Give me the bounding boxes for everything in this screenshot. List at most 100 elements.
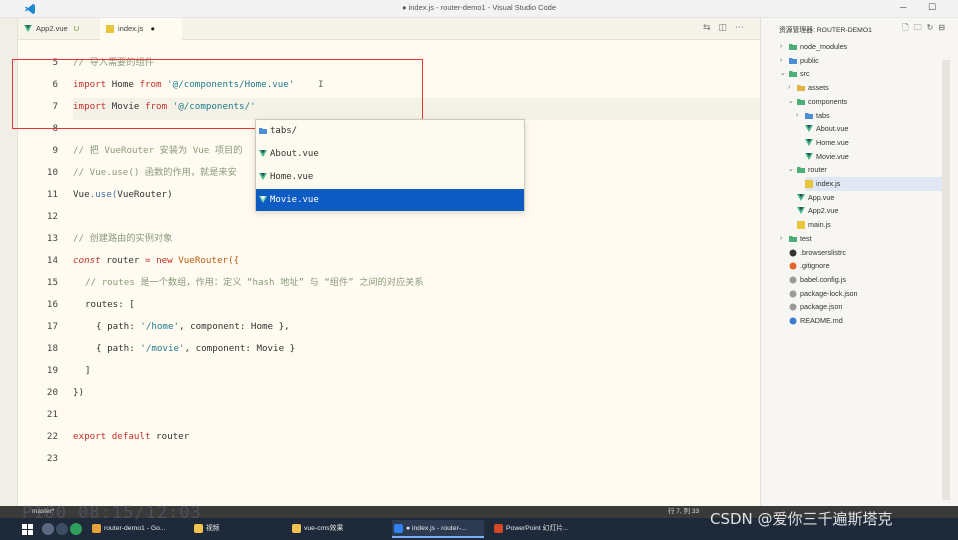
suggestion-label: Movie.vue — [270, 195, 319, 205]
code-text: { path: '/home', component: Home }, — [96, 321, 290, 332]
file-icon — [789, 290, 797, 298]
explorer-item-label: assets — [808, 83, 829, 93]
refresh-icon[interactable]: ↻ — [927, 23, 939, 32]
explorer-item-label: About.vue — [816, 124, 849, 134]
editor-actions: ⇆◫⋯ — [703, 22, 752, 33]
code-text: // 把 VueRouter 安装为 Vue 项目的 — [73, 145, 243, 156]
split-editor-icon[interactable]: ◫ — [718, 22, 735, 32]
tab-index-js[interactable]: index.js ● — [100, 18, 182, 40]
more-icon[interactable]: ⋯ — [735, 22, 752, 32]
tab-label: index.js — [118, 24, 144, 33]
chevron-down-icon[interactable]: ⌄ — [788, 95, 794, 109]
folder-icon — [797, 167, 805, 174]
js-file-icon — [797, 221, 805, 230]
code-line: 19 ] — [18, 360, 760, 382]
explorer-item[interactable]: index.js — [805, 177, 949, 191]
suggestion-item[interactable]: Home.vue — [256, 166, 524, 188]
compare-icon[interactable]: ⇆ — [703, 22, 719, 32]
windows-start-icon[interactable] — [22, 524, 33, 535]
explorer-item-label: package.json — [800, 302, 843, 312]
new-file-icon[interactable]: 🗋 — [902, 23, 913, 32]
code-text: ] — [85, 365, 91, 376]
explorer-item-label: src — [800, 69, 810, 79]
minimize-button[interactable]: ─ — [900, 2, 906, 12]
explorer-item-label: App2.vue — [808, 206, 839, 216]
folder-icon — [789, 57, 797, 64]
chevron-right-icon[interactable]: › — [780, 232, 782, 246]
line-number: 22 — [46, 431, 58, 442]
explorer-item-label: README.md — [800, 316, 843, 325]
line-number: 13 — [46, 233, 58, 244]
folder-icon — [789, 44, 797, 50]
collapse-all-icon[interactable]: ⊟ — [938, 23, 950, 32]
folder-icon — [259, 128, 267, 134]
chevron-right-icon[interactable]: › — [788, 81, 790, 95]
maximize-button[interactable]: ☐ — [928, 2, 936, 13]
line-number: 11 — [46, 189, 58, 200]
taskbar-button[interactable]: ● index.js - router-... — [392, 520, 484, 538]
taskbar-button[interactable]: PowerPoint 幻灯片... — [492, 520, 587, 538]
task-view-icon[interactable] — [56, 523, 68, 535]
app-icon — [494, 524, 503, 533]
file-icon — [789, 303, 797, 311]
edge-browser-icon[interactable] — [70, 523, 82, 535]
explorer-item-label: Movie.vue — [816, 151, 849, 161]
code-line: 23 — [18, 448, 760, 470]
folder-icon — [789, 235, 797, 242]
explorer-actions: 🗋🗀↻⊟ — [902, 22, 950, 36]
code-text: export default router — [73, 431, 190, 442]
line-number: 23 — [46, 453, 58, 464]
taskbar-button[interactable]: 视频 — [192, 520, 282, 538]
file-icon — [789, 317, 797, 325]
tab-badge: U — [73, 24, 80, 33]
chevron-right-icon[interactable]: › — [796, 109, 798, 123]
taskbar-button-label: ● index.js - router-... — [406, 525, 467, 532]
line-number: 10 — [46, 167, 58, 178]
line-number: 9 — [52, 145, 58, 156]
vue-file-icon — [805, 125, 813, 133]
folder-icon — [797, 85, 805, 92]
search-icon[interactable] — [42, 523, 54, 535]
tab-app2-vue[interactable]: App2.vue U — [18, 18, 100, 40]
line-number: 17 — [46, 321, 58, 332]
vue-file-icon — [259, 173, 267, 180]
vue-file-icon — [797, 193, 805, 201]
suggestion-label: Home.vue — [270, 172, 314, 182]
window-title: ● index.js - router-demo1 - Visual Studi… — [401, 3, 557, 12]
code-text: // routes 是一个数组，作用：定义 “hash 地址” 与 “组件” 之… — [85, 277, 424, 288]
line-number: 16 — [46, 299, 58, 310]
explorer-item-label: App.vue — [808, 192, 835, 202]
taskbar-button[interactable]: vue-cms效果 — [290, 520, 385, 538]
tab-dirty-indicator: ● — [150, 24, 156, 33]
new-folder-icon[interactable]: 🗀 — [914, 23, 927, 32]
chevron-right-icon[interactable]: › — [780, 54, 782, 68]
app-icon — [292, 524, 301, 533]
code-text: // Vue.use() 函数的作用，就是来安 — [73, 167, 237, 178]
explorer-item-label: Home.vue — [816, 137, 849, 147]
explorer-item-label: public — [800, 55, 819, 65]
chevron-right-icon[interactable]: › — [780, 40, 782, 54]
line-number: 14 — [46, 255, 58, 266]
taskbar-button-label: 视频 — [206, 525, 220, 532]
chevron-down-icon[interactable]: ⌄ — [788, 163, 794, 177]
vue-file-icon — [805, 138, 813, 146]
code-text: // 创建路由的实例对象 — [73, 233, 173, 244]
folder-icon — [805, 112, 813, 119]
code-line: 16 routes: [ — [18, 294, 760, 316]
editor-tab-bar: App2.vue U index.js ● ⇆◫⋯ — [18, 18, 760, 40]
line-number: 19 — [46, 365, 58, 376]
autocomplete-suggestions[interactable]: tabs/ About.vue Home.vue Movie.vue — [255, 119, 525, 211]
line-number: 18 — [46, 343, 58, 354]
vue-file-icon — [259, 150, 267, 157]
cursor-position[interactable]: 行 7, 列 33 — [668, 506, 699, 518]
code-text: }) — [73, 387, 85, 398]
chevron-down-icon[interactable]: ⌄ — [780, 67, 786, 81]
vue-file-icon — [24, 25, 32, 32]
folder-icon — [797, 98, 805, 105]
suggestion-item[interactable]: tabs/ — [256, 120, 524, 142]
suggestion-item[interactable]: About.vue — [256, 143, 524, 165]
explorer-scrollbar[interactable] — [942, 60, 950, 500]
explorer-sidebar: 资源管理器: ROUTER-DEMO1 🗋🗀↻⊟ › node_modules › p… — [760, 18, 958, 506]
tab-label: App2.vue — [36, 24, 68, 33]
suggestion-item-selected[interactable]: Movie.vue — [256, 189, 524, 211]
